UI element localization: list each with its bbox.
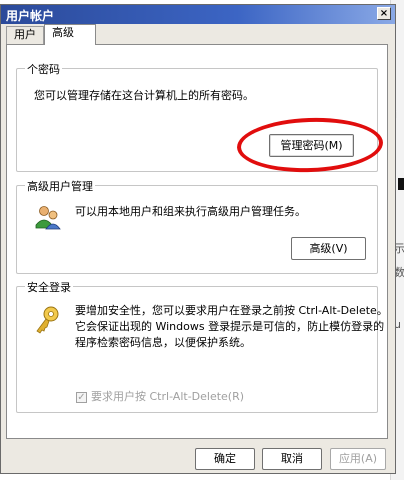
advanced-button[interactable]: 高级(V) xyxy=(291,237,366,260)
secure-line-2: 它会保证出现的 Windows 登录提示是可信的，防止模仿登录的 xyxy=(75,320,385,333)
close-button[interactable]: × xyxy=(377,7,391,20)
tab-advanced[interactable]: 高级 xyxy=(44,24,96,45)
require-cad-label[interactable]: 要求用户按 Ctrl-Alt-Delete(R) xyxy=(91,389,244,405)
window-title: 用户帐户 xyxy=(6,9,55,23)
passwords-legend: 个密码 xyxy=(25,61,62,77)
key-icon xyxy=(36,306,59,334)
advanced-description: 可以用本地用户和组来执行高级用户管理任务。 xyxy=(75,205,306,218)
passwords-description: 您可以管理存储在这台计算机上的所有密码。 xyxy=(34,89,254,102)
users-icon xyxy=(35,206,61,230)
advanced-user-group: 高级用户管理 xyxy=(16,178,378,274)
secure-legend: 安全登录 xyxy=(25,279,73,295)
ok-button[interactable]: 确定 xyxy=(195,448,255,470)
title-bar[interactable]: 用户帐户 × xyxy=(1,5,395,24)
secure-line-3: 程序检索密码信息，以便保护系统。 xyxy=(75,336,251,349)
advanced-legend: 高级用户管理 xyxy=(25,178,95,194)
cancel-button[interactable]: 取消 xyxy=(262,448,322,470)
background-block xyxy=(398,178,404,190)
require-cad-checkbox[interactable]: ✓ xyxy=(76,392,87,403)
apply-button[interactable]: 应用(A) xyxy=(330,448,386,470)
tab-users[interactable]: 用户 xyxy=(6,26,44,44)
secure-line-1: 要增加安全性，您可以要求用户在登录之前按 Ctrl-Alt-Delete。 xyxy=(75,304,388,317)
